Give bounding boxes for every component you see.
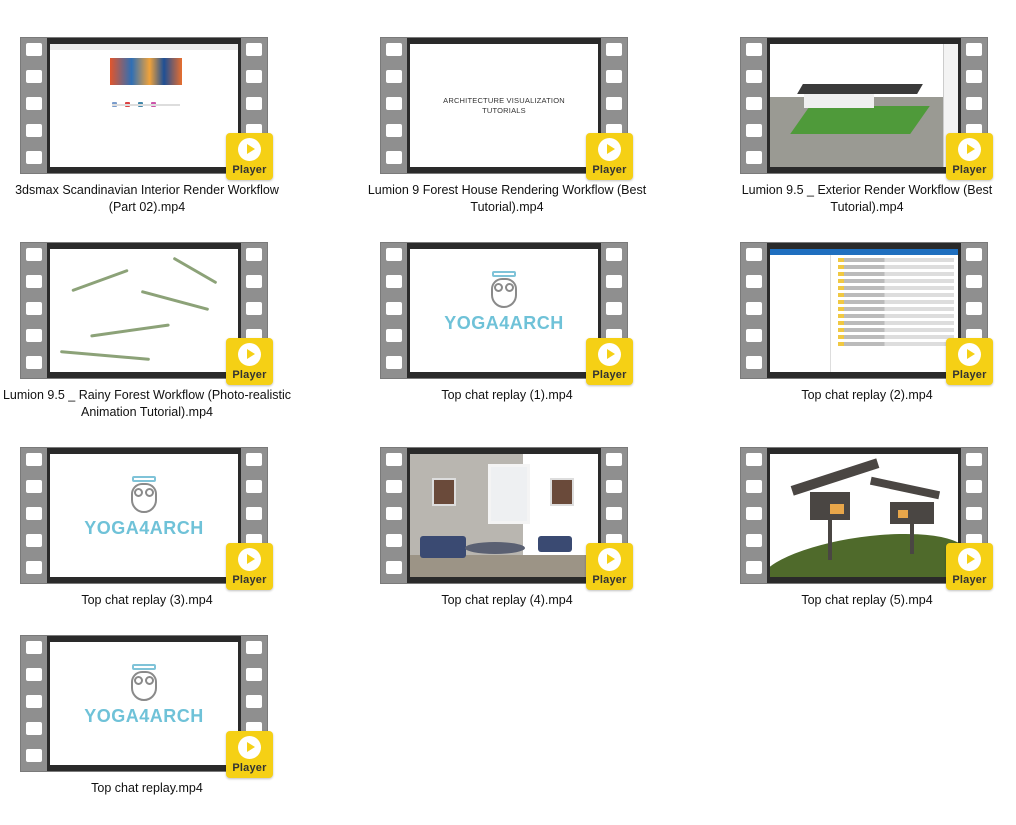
player-badge[interactable]: Player [946, 133, 993, 180]
player-label: Player [232, 574, 267, 586]
owl-logo-icon [129, 476, 159, 514]
play-icon [958, 138, 981, 161]
file-name[interactable]: Top chat replay (5).mp4 [720, 592, 1014, 609]
video-thumbnail-title-card: ARCHITECTURE VISUALIZATION TUTORIALS [410, 44, 598, 167]
video-file-grid: Player 3dsmax Scandinavian Interior Rend… [0, 0, 1016, 825]
player-label: Player [952, 574, 987, 586]
player-label: Player [232, 369, 267, 381]
player-badge[interactable]: Player [226, 731, 273, 778]
player-badge[interactable]: Player [226, 338, 273, 385]
video-thumbnail-forest [50, 249, 238, 372]
file-name[interactable]: Top chat replay (4).mp4 [360, 592, 654, 609]
file-name[interactable]: Top chat replay (1).mp4 [360, 387, 654, 404]
owl-logo-icon [129, 664, 159, 702]
player-badge[interactable]: Player [226, 543, 273, 590]
video-thumbnail-sketch-model [770, 44, 958, 167]
player-label: Player [592, 369, 627, 381]
play-icon [238, 736, 261, 759]
video-thumbnail-file-explorer [770, 249, 958, 372]
play-icon [598, 343, 621, 366]
owl-logo-icon [489, 271, 519, 309]
video-thumbnail-living-room [410, 454, 598, 577]
player-badge[interactable]: Player [946, 543, 993, 590]
play-icon [598, 548, 621, 571]
file-name[interactable]: Lumion 9.5 _ Rainy Forest Workflow (Phot… [0, 387, 294, 421]
player-label: Player [952, 369, 987, 381]
video-thumbnail-logo: YOGA4ARCH [50, 454, 238, 577]
video-thumbnail-cantilever-house [770, 454, 958, 577]
play-icon [598, 138, 621, 161]
file-name[interactable]: Top chat replay.mp4 [0, 780, 294, 797]
logo-text: YOGA4ARCH [84, 706, 204, 726]
player-badge[interactable]: Player [946, 338, 993, 385]
player-label: Player [952, 164, 987, 176]
file-name[interactable]: Top chat replay (3).mp4 [0, 592, 294, 609]
logo-text: YOGA4ARCH [444, 313, 564, 333]
file-name[interactable]: Lumion 9 Forest House Rendering Workflow… [360, 182, 654, 216]
video-thumbnail-logo: YOGA4ARCH [50, 642, 238, 765]
player-badge[interactable]: Player [586, 133, 633, 180]
file-name[interactable]: Lumion 9.5 _ Exterior Render Workflow (B… [720, 182, 1014, 216]
player-label: Player [232, 164, 267, 176]
player-badge[interactable]: Player [226, 133, 273, 180]
play-icon [958, 343, 981, 366]
file-name[interactable]: 3dsmax Scandinavian Interior Render Work… [0, 182, 294, 216]
video-thumbnail-logo: YOGA4ARCH [410, 249, 598, 372]
play-icon [238, 343, 261, 366]
player-label: Player [592, 164, 627, 176]
thumbnail-title-text: ARCHITECTURE VISUALIZATION TUTORIALS [443, 96, 565, 115]
play-icon [238, 138, 261, 161]
file-name[interactable]: Top chat replay (2).mp4 [720, 387, 1014, 404]
player-badge[interactable]: Player [586, 543, 633, 590]
player-badge[interactable]: Player [586, 338, 633, 385]
play-icon [958, 548, 981, 571]
player-label: Player [232, 762, 267, 774]
logo-text: YOGA4ARCH [84, 518, 204, 538]
player-label: Player [592, 574, 627, 586]
play-icon [238, 548, 261, 571]
video-thumbnail-browser [50, 44, 238, 167]
